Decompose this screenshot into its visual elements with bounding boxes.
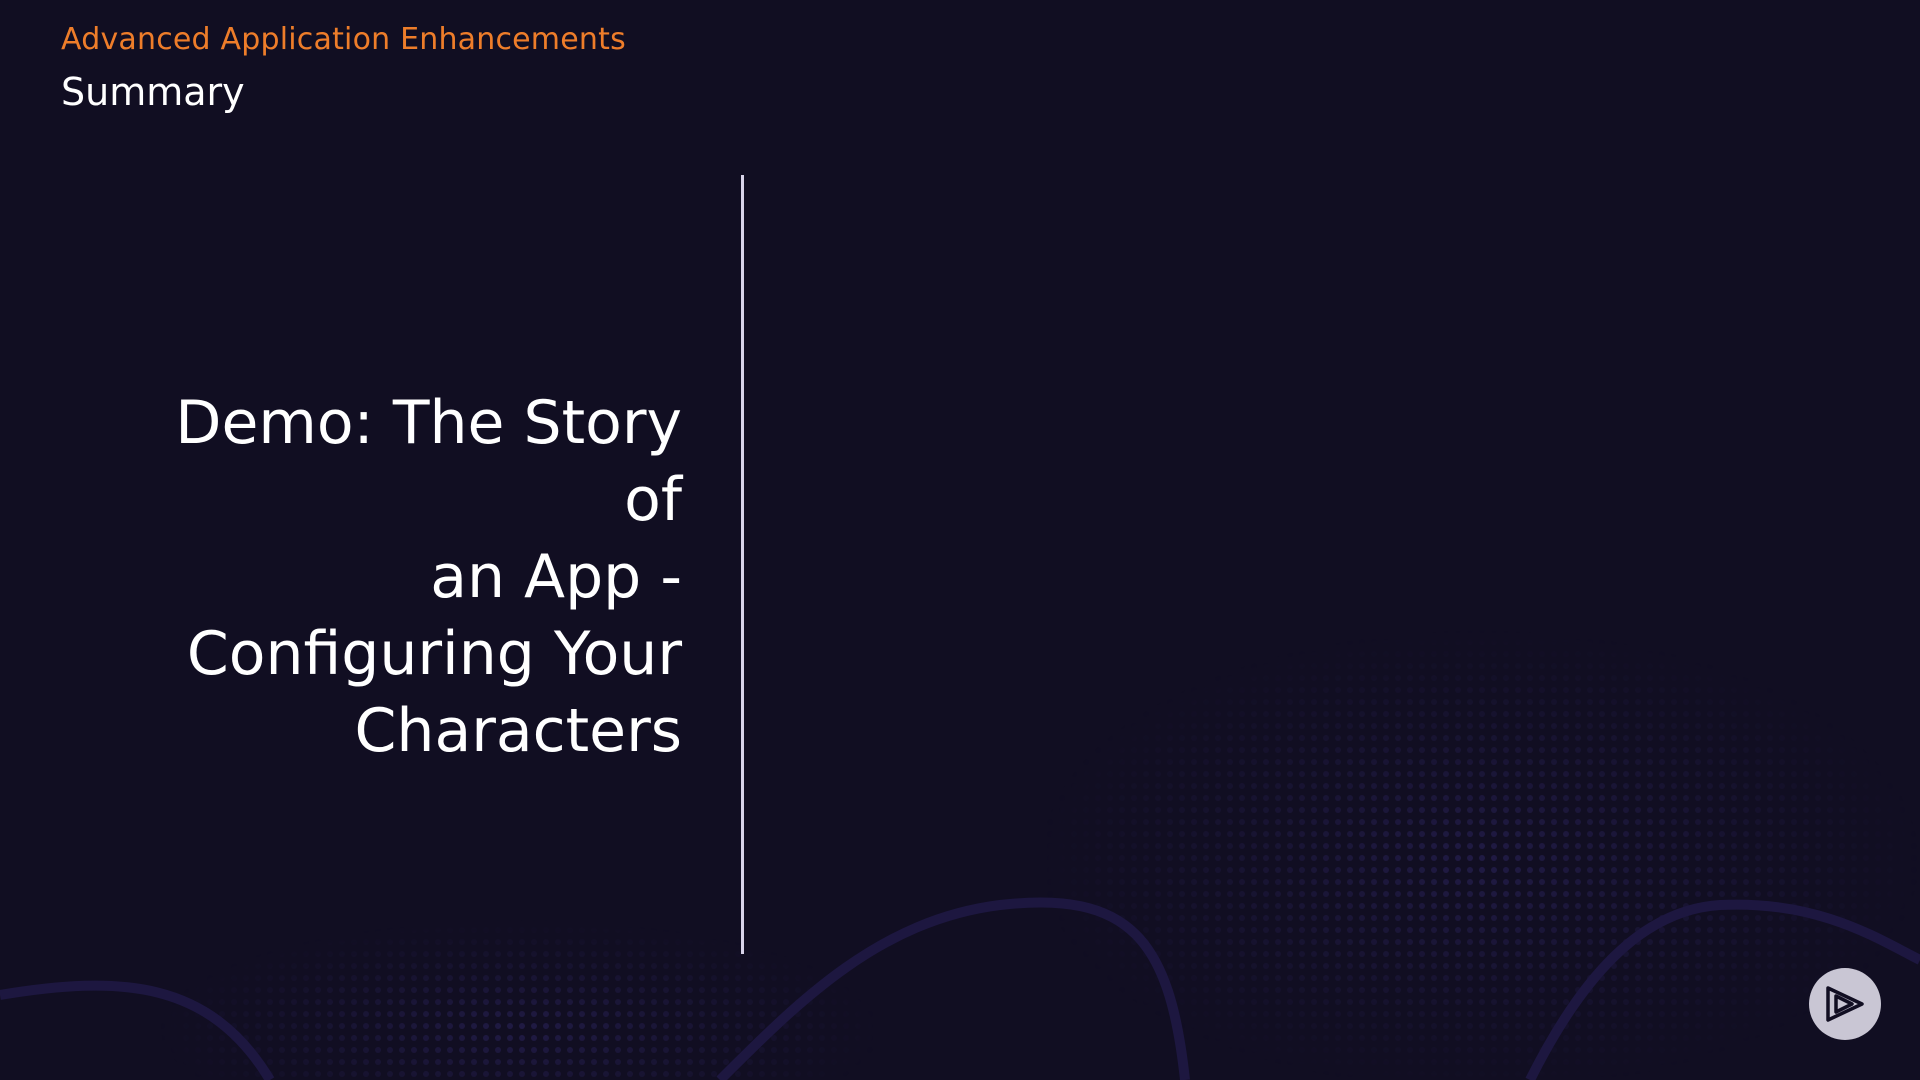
demo-title-line: an App - — [430, 542, 682, 612]
play-logo-icon — [1826, 986, 1864, 1022]
demo-title-line: Characters — [354, 696, 682, 766]
brand-logo — [1809, 968, 1881, 1040]
demo-title-line: Configuring Your — [186, 619, 682, 689]
module-title: Summary — [61, 70, 245, 114]
course-title: Advanced Application Enhancements — [61, 22, 626, 57]
demo-title-line: Demo: The Story of — [175, 388, 682, 535]
vertical-divider — [741, 175, 744, 954]
slide: Advanced Application Enhancements Summar… — [0, 0, 1920, 1080]
demo-title: Demo: The Story of an App - Configuring … — [100, 385, 682, 770]
